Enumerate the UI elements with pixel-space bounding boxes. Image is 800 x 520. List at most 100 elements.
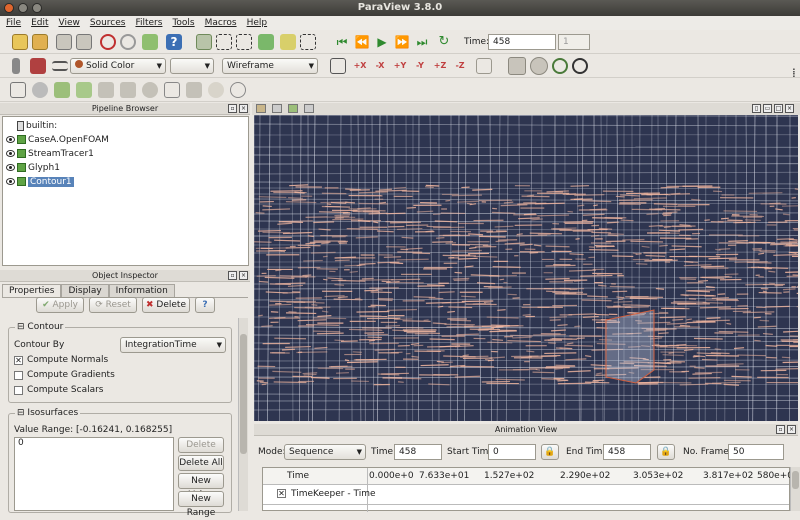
interact-icon[interactable] [196,34,212,50]
apply-button[interactable]: ✔ Apply [36,297,84,313]
reset-view-icon[interactable] [330,58,346,74]
clear-selection-icon[interactable] [300,34,316,50]
warp-icon[interactable] [186,82,202,98]
eye-icon[interactable] [6,150,15,157]
menu-help[interactable]: Help [247,16,268,30]
open-folder-icon[interactable] [32,34,48,50]
view-plus-z-icon[interactable]: +Z [432,58,448,74]
tab-properties[interactable]: Properties [2,284,61,297]
view-minus-z-icon[interactable]: -Z [452,58,468,74]
iso-delete-all-button[interactable]: Delete All [178,455,224,471]
iso-delete-button[interactable]: Delete [178,437,224,453]
group-datasets-icon[interactable] [208,82,224,98]
inspector-scrollbar[interactable] [238,318,248,511]
select-frustum-icon[interactable] [258,34,274,50]
pipeline-item-glyph[interactable]: Glyph1 [6,161,60,174]
undo-icon[interactable] [100,34,116,50]
mode-select[interactable]: Sequence▼ [284,444,366,460]
compute-gradients-checkbox[interactable]: Compute Gradients [14,370,115,380]
time-input[interactable]: 458 [488,34,556,50]
menu-edit[interactable]: Edit [31,16,48,30]
menu-file[interactable]: File [6,16,21,30]
view-plus-x-icon[interactable]: +X [352,58,368,74]
connect-icon[interactable] [56,34,72,50]
next-frame-icon[interactable]: ⏩ [394,34,410,50]
collapse-icon[interactable]: ⊟ [17,322,25,332]
view-minus-x-icon[interactable]: -X [372,58,388,74]
help-icon[interactable]: ? [166,34,182,50]
calculator-icon[interactable] [10,82,26,98]
split-horizontal-icon[interactable]: ▯ [752,104,761,113]
pipeline-item-builtin[interactable]: builtin: [17,119,57,132]
contour-icon[interactable] [32,82,48,98]
menu-macros[interactable]: Macros [205,16,237,30]
last-frame-icon[interactable]: ⏭ [414,34,430,50]
eye-icon[interactable] [6,164,15,171]
pipeline-item-streamtracer[interactable]: StreamTracer1 [6,147,94,160]
stream-tracer-icon[interactable] [164,82,180,98]
clip-icon[interactable] [54,82,70,98]
close-panel-icon[interactable]: × [787,425,796,434]
reset-center-icon[interactable] [552,58,568,74]
menu-filters[interactable]: Filters [135,16,162,30]
time-index-spinbox[interactable]: 1 [558,34,590,50]
lock-start-icon[interactable]: 🔒 [541,444,559,460]
float-panel-icon[interactable]: ▫ [776,425,785,434]
screenshot-icon[interactable] [272,104,282,113]
reset-button[interactable]: ⟳ Reset [89,297,137,313]
iso-new-range-button[interactable]: New Range [178,491,224,507]
glyph-icon[interactable] [142,82,158,98]
view-minus-y-icon[interactable]: -Y [412,58,428,74]
edit-color-map-icon[interactable] [30,58,46,74]
end-time-input[interactable]: 458 [603,444,651,460]
open-file-icon[interactable] [12,34,28,50]
frames-input[interactable]: 50 [728,444,784,460]
scrollbar-thumb[interactable] [792,471,799,489]
redo-icon[interactable] [120,34,136,50]
compute-scalars-checkbox[interactable]: Compute Scalars [14,385,103,395]
delete-button[interactable]: ✖ Delete [142,297,190,313]
lookmark-icon[interactable] [304,104,314,113]
timeline-scrollbar[interactable] [790,467,800,511]
reset-camera-icon[interactable] [142,34,158,50]
extract-subset-icon[interactable] [120,82,136,98]
tab-display[interactable]: Display [61,284,108,297]
pipeline-item-contour[interactable]: Contour1 [6,175,74,188]
menu-sources[interactable]: Sources [90,16,126,30]
eye-icon[interactable] [6,178,15,185]
iso-new-value-button[interactable]: New Value [178,473,224,489]
compute-normals-checkbox[interactable]: ✕Compute Normals [14,355,108,365]
split-vertical-icon[interactable]: ▭ [763,104,772,113]
rescale-range-icon[interactable] [52,61,68,71]
select-cells-icon[interactable] [216,34,232,50]
select-points-icon[interactable] [236,34,252,50]
render-view[interactable] [254,115,798,421]
scrollbar-thumb[interactable] [240,334,247,454]
color-by-select[interactable]: Solid Color▼ [70,58,166,74]
lock-end-icon[interactable]: 🔒 [657,444,675,460]
eye-icon[interactable] [6,136,15,143]
pick-center-icon[interactable] [508,57,526,75]
extract-level-icon[interactable] [230,82,246,98]
play-icon[interactable]: ▶ [374,34,390,50]
view-plus-y-icon[interactable]: +Y [392,58,408,74]
tab-information[interactable]: Information [109,284,175,297]
float-panel-icon[interactable]: ▫ [228,271,237,280]
component-select[interactable]: ▼ [170,58,214,74]
list-item[interactable]: 0 [15,438,173,448]
anim-time-input[interactable]: 458 [394,444,442,460]
loop-icon[interactable]: ↻ [436,34,452,50]
close-view-icon[interactable]: × [785,104,794,113]
menu-view[interactable]: View [59,16,80,30]
color-legend-icon[interactable] [12,58,20,74]
isovalue-list[interactable]: 0 [14,437,174,511]
close-panel-icon[interactable]: × [239,104,248,113]
pipeline-item-casea[interactable]: CaseA.OpenFOAM [6,133,109,146]
slice-icon[interactable] [76,82,92,98]
maximize-view-icon[interactable]: □ [774,104,783,113]
select-block-icon[interactable] [280,34,296,50]
menu-tools[interactable]: Tools [172,16,194,30]
rotation-center-icon[interactable] [572,58,588,74]
more-tools-icon[interactable]: ⁞ [792,66,796,80]
rotate-90-icon[interactable] [476,58,492,74]
